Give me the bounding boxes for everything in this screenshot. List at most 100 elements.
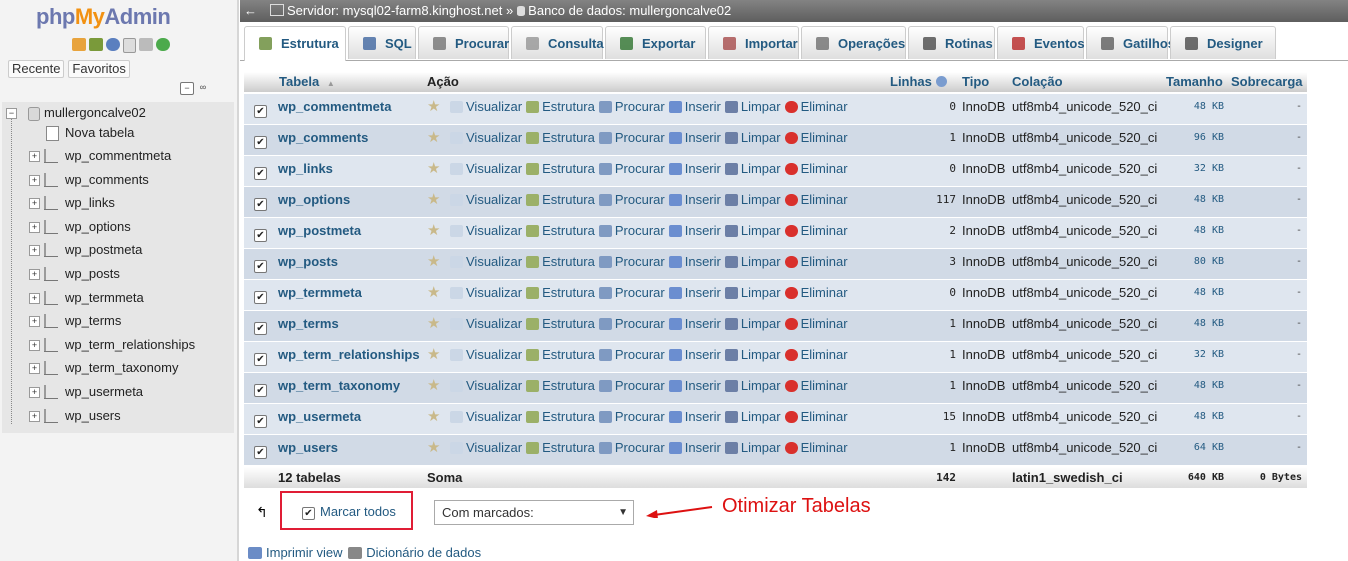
favorite-star-icon[interactable]: ★: [427, 218, 440, 244]
action-visualizar[interactable]: Visualizar: [450, 218, 522, 244]
action-estrutura[interactable]: Estrutura: [526, 435, 595, 461]
tree-table-item[interactable]: + wp_terms: [2, 311, 232, 331]
action-procurar[interactable]: Procurar: [598, 218, 665, 244]
recent-tab[interactable]: Recente: [8, 60, 65, 78]
action-visualizar[interactable]: Visualizar: [450, 156, 522, 182]
action-inserir[interactable]: Inserir: [668, 94, 721, 120]
action-eliminar[interactable]: Eliminar: [784, 156, 848, 182]
tab-exportar[interactable]: Exportar: [605, 26, 706, 59]
favorite-star-icon[interactable]: ★: [427, 311, 440, 337]
table-name-link[interactable]: wp_usermeta: [278, 404, 361, 430]
table-size[interactable]: 48 KB: [1164, 404, 1224, 430]
print-view-link[interactable]: Imprimir view: [266, 545, 343, 560]
action-visualizar[interactable]: Visualizar: [450, 280, 522, 306]
action-procurar[interactable]: Procurar: [598, 187, 665, 213]
tab-designer[interactable]: Designer: [1170, 26, 1276, 59]
action-procurar[interactable]: Procurar: [598, 404, 665, 430]
table-name-link[interactable]: wp_termmeta: [278, 280, 362, 306]
checkbox-checked-icon[interactable]: ✔: [302, 507, 315, 520]
tree-table-item[interactable]: + wp_posts: [2, 264, 232, 284]
tree-new-table[interactable]: Nova tabela: [2, 123, 232, 143]
action-eliminar[interactable]: Eliminar: [784, 187, 848, 213]
action-visualizar[interactable]: Visualizar: [450, 342, 522, 368]
table-size[interactable]: 80 KB: [1164, 249, 1224, 275]
tab-consulta[interactable]: Consulta: [511, 26, 604, 59]
favorite-star-icon[interactable]: ★: [427, 249, 440, 275]
row-checkbox[interactable]: ✔: [254, 198, 267, 211]
tree-table-item[interactable]: + wp_term_relationships: [2, 335, 232, 355]
tree-table-item[interactable]: + wp_links: [2, 193, 232, 213]
action-eliminar[interactable]: Eliminar: [784, 280, 848, 306]
action-limpar[interactable]: Limpar: [724, 187, 781, 213]
tab-estrutura[interactable]: Estrutura: [244, 26, 346, 61]
home-icon[interactable]: [72, 38, 86, 51]
table-name-link[interactable]: wp_term_taxonomy: [278, 373, 400, 399]
expand-icon[interactable]: +: [29, 151, 40, 162]
collapse-icon[interactable]: −: [6, 108, 17, 119]
action-procurar[interactable]: Procurar: [598, 249, 665, 275]
row-checkbox[interactable]: ✔: [254, 136, 267, 149]
help-icon[interactable]: [106, 38, 120, 51]
favorite-star-icon[interactable]: ★: [427, 156, 440, 182]
table-size[interactable]: 48 KB: [1164, 94, 1224, 120]
action-procurar[interactable]: Procurar: [598, 125, 665, 151]
tree-table-item[interactable]: + wp_comments: [2, 170, 232, 190]
action-limpar[interactable]: Limpar: [724, 94, 781, 120]
table-name-link[interactable]: wp_commentmeta: [278, 94, 391, 120]
expand-icon[interactable]: +: [29, 316, 40, 328]
action-visualizar[interactable]: Visualizar: [450, 435, 522, 461]
settings-icon[interactable]: [139, 38, 153, 51]
header-rows[interactable]: Linhas: [890, 72, 947, 92]
expand-icon[interactable]: +: [29, 292, 40, 304]
tree-table-item[interactable]: + wp_postmeta: [2, 240, 232, 260]
action-estrutura[interactable]: Estrutura: [526, 187, 595, 213]
action-visualizar[interactable]: Visualizar: [450, 187, 522, 213]
table-name-link[interactable]: wp_terms: [278, 311, 339, 337]
row-checkbox[interactable]: ✔: [254, 291, 267, 304]
favorite-star-icon[interactable]: ★: [427, 373, 440, 399]
action-visualizar[interactable]: Visualizar: [450, 404, 522, 430]
row-checkbox[interactable]: ✔: [254, 229, 267, 242]
action-inserir[interactable]: Inserir: [668, 404, 721, 430]
action-limpar[interactable]: Limpar: [724, 125, 781, 151]
action-inserir[interactable]: Inserir: [668, 280, 721, 306]
action-estrutura[interactable]: Estrutura: [526, 342, 595, 368]
print-icon[interactable]: [248, 547, 262, 559]
logout-icon[interactable]: [89, 38, 103, 51]
tree-table-item[interactable]: + wp_termmeta: [2, 288, 232, 308]
header-table[interactable]: Tabela ▲: [279, 72, 335, 92]
action-limpar[interactable]: Limpar: [724, 342, 781, 368]
action-procurar[interactable]: Procurar: [598, 435, 665, 461]
table-name-link[interactable]: wp_posts: [278, 249, 338, 275]
table-size[interactable]: 32 KB: [1164, 342, 1224, 368]
tab-importar[interactable]: Importar: [708, 26, 799, 59]
row-checkbox[interactable]: ✔: [254, 384, 267, 397]
with-selected-select[interactable]: Com marcados: ▼: [434, 500, 634, 525]
action-inserir[interactable]: Inserir: [668, 373, 721, 399]
action-eliminar[interactable]: Eliminar: [784, 373, 848, 399]
header-size[interactable]: Tamanho: [1166, 72, 1223, 92]
tree-table-item[interactable]: + wp_users: [2, 406, 232, 426]
table-name-link[interactable]: wp_comments: [278, 125, 368, 151]
action-estrutura[interactable]: Estrutura: [526, 404, 595, 430]
action-estrutura[interactable]: Estrutura: [526, 311, 595, 337]
tree-table-item[interactable]: + wp_commentmeta: [2, 146, 232, 166]
expand-icon[interactable]: +: [29, 198, 40, 210]
favorite-star-icon[interactable]: ★: [427, 94, 440, 120]
phpmyadmin-logo[interactable]: phpMyAdmin: [36, 4, 171, 30]
action-limpar[interactable]: Limpar: [724, 373, 781, 399]
table-name-link[interactable]: wp_postmeta: [278, 218, 361, 244]
breadcrumb-database[interactable]: Banco de dados: mullergoncalve02: [528, 3, 731, 18]
table-size[interactable]: 48 KB: [1164, 187, 1224, 213]
action-visualizar[interactable]: Visualizar: [450, 373, 522, 399]
action-visualizar[interactable]: Visualizar: [450, 94, 522, 120]
table-size[interactable]: 48 KB: [1164, 218, 1224, 244]
action-limpar[interactable]: Limpar: [724, 156, 781, 182]
expand-icon[interactable]: +: [29, 387, 40, 398]
action-inserir[interactable]: Inserir: [668, 218, 721, 244]
action-procurar[interactable]: Procurar: [598, 280, 665, 306]
action-eliminar[interactable]: Eliminar: [784, 218, 848, 244]
action-inserir[interactable]: Inserir: [668, 187, 721, 213]
tab-rotinas[interactable]: Rotinas: [908, 26, 995, 59]
action-eliminar[interactable]: Eliminar: [784, 94, 848, 120]
